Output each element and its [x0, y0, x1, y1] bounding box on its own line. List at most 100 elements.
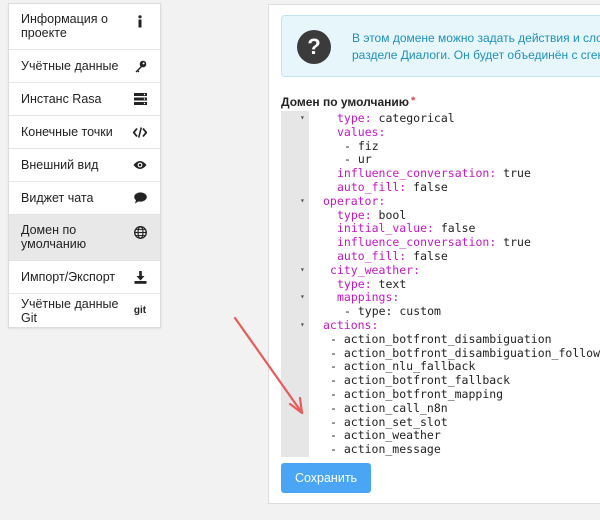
code-line: influence_conversation: true — [281, 166, 600, 180]
yaml-code-editor[interactable]: ▾ type: categorical values: - fiz - ur influe… — [281, 111, 600, 457]
code-text: - action_botfront_fallback — [330, 373, 510, 387]
sidebar-item-endpoints[interactable]: Конечные точки — [9, 116, 160, 149]
yaml-value: - action_botfront_disambiguation_followu… — [330, 345, 600, 360]
chat-bubble-icon — [133, 191, 147, 205]
code-line: - action_weather — [281, 428, 600, 442]
yaml-key: type: — [337, 111, 372, 125]
fold-toggle-icon[interactable]: ▾ — [300, 263, 305, 277]
code-text: auto_fill: false — [337, 249, 448, 263]
yaml-key: influence_conversation: — [337, 166, 497, 181]
code-line: - action_call_n8n — [281, 401, 600, 415]
code-text: - ur — [344, 152, 372, 166]
code-line: ▾ type: categorical — [281, 111, 600, 125]
sidebar-item-label: Виджет чата — [21, 191, 94, 205]
yaml-value: false — [433, 221, 476, 236]
yaml-value: true — [496, 166, 531, 181]
code-text: - action_message — [330, 442, 441, 456]
code-line: auto_fill: false — [281, 249, 600, 263]
info-line-2: разделе Диалоги. Он будет объединён с сг… — [352, 48, 600, 62]
code-line: type: bool — [281, 208, 600, 222]
fold-toggle-icon[interactable]: ▾ — [300, 111, 305, 125]
code-text: - action_botfront_disambiguation — [330, 332, 552, 346]
yaml-key: actions: — [323, 318, 379, 332]
sidebar-item-label: Инстанс Rasa — [21, 92, 102, 106]
fold-toggle-icon[interactable]: ▾ — [300, 318, 305, 332]
code-line: - action_message — [281, 442, 600, 456]
code-text: - action_call_n8n — [330, 401, 448, 415]
question-circle-icon: ? — [297, 30, 331, 64]
sidebar-item-rasa-instance[interactable]: Инстанс Rasa — [9, 83, 160, 116]
code-line: - action_botfront_mapping — [281, 387, 600, 401]
server-icon — [133, 92, 147, 106]
sidebar-item-git-credentials[interactable]: Учётные данные Git git — [9, 294, 160, 327]
code-line: - action_nlu_fallback — [281, 359, 600, 373]
yaml-key: city_weather: — [330, 262, 421, 277]
field-label-text: Домен по умолчанию — [281, 95, 410, 109]
yaml-key: values: — [337, 124, 386, 139]
code-line: auto_fill: false — [281, 180, 600, 194]
sidebar-item-label: Конечные точки — [21, 125, 113, 139]
code-text: - fiz — [344, 139, 379, 153]
save-button[interactable]: Сохранить — [281, 463, 371, 493]
code-text: - action_set_slot — [330, 415, 448, 429]
code-text: city_weather: — [330, 263, 420, 277]
sidebar-item-import-export[interactable]: Импорт/Экспорт — [9, 261, 160, 294]
yaml-value: true — [496, 235, 531, 250]
code-icon — [133, 125, 147, 139]
code-line: ▾ actions: — [281, 318, 600, 332]
info-line-1: В этом домене можно задать действия и сл… — [352, 31, 600, 45]
yaml-value: - action_botfront_disambiguation — [330, 331, 552, 346]
yaml-value: - action_weather — [330, 428, 441, 443]
yaml-key: influence_conversation: — [337, 235, 497, 250]
code-text: operator: — [323, 194, 385, 208]
git-icon: git — [133, 305, 147, 316]
yaml-value: text — [371, 276, 407, 291]
yaml-key: initial_value: — [337, 221, 434, 236]
settings-sidebar: Информация о проекте Учётные данные Инст… — [8, 3, 161, 328]
code-text: mappings: — [337, 290, 399, 304]
key-icon — [133, 59, 147, 73]
fold-toggle-icon[interactable]: ▾ — [300, 290, 305, 304]
yaml-value: - action_botfront_fallback — [330, 373, 511, 388]
sidebar-item-label: Импорт/Экспорт — [21, 270, 116, 284]
eye-icon — [133, 158, 147, 172]
yaml-value: - action_call_n8n — [330, 400, 448, 415]
yaml-value: categorical — [371, 111, 455, 125]
yaml-value: - action_message — [330, 442, 441, 457]
yaml-value: - ur — [344, 152, 372, 167]
code-line: - action_botfront_disambiguation_followu… — [281, 346, 600, 360]
yaml-key: mappings: — [337, 290, 400, 305]
code-text: actions: — [323, 318, 378, 332]
yaml-value: - fiz — [344, 138, 379, 153]
sidebar-item-project-info[interactable]: Информация о проекте — [9, 4, 160, 50]
code-line: - ur — [281, 152, 600, 166]
code-text: - action_botfront_mapping — [330, 387, 503, 401]
required-mark: * — [411, 95, 416, 107]
code-line: ▾ operator: — [281, 194, 600, 208]
code-line: - action_botfront_disambiguation — [281, 332, 600, 346]
sidebar-item-default-domain[interactable]: Домен по умолчанию — [9, 215, 160, 261]
info-message-text: В этом домене можно задать действия и сл… — [352, 30, 600, 64]
code-text: influence_conversation: true — [337, 235, 531, 249]
code-line: - fiz — [281, 139, 600, 153]
yaml-value: false — [406, 249, 448, 263]
sidebar-item-label: Информация о проекте — [21, 12, 108, 40]
fold-toggle-icon[interactable]: ▾ — [300, 194, 305, 208]
sidebar-item-label: Учётные данные Git — [21, 296, 119, 325]
code-text: type: text — [337, 277, 406, 291]
code-line: influence_conversation: true — [281, 235, 600, 249]
sidebar-item-appearance[interactable]: Внешний вид — [9, 149, 160, 182]
yaml-value: - action_set_slot — [330, 414, 448, 429]
code-text: auto_fill: false — [337, 180, 448, 194]
info-icon — [133, 14, 147, 28]
code-line: values: — [281, 125, 600, 139]
yaml-value: false — [406, 180, 448, 194]
yaml-key: operator: — [323, 193, 386, 208]
code-text: - type: custom — [344, 304, 441, 318]
code-text: - action_nlu_fallback — [330, 359, 475, 373]
field-label: Домен по умолчанию * — [281, 95, 415, 109]
sidebar-item-label: Домен по умолчанию — [21, 223, 87, 251]
sidebar-item-credentials[interactable]: Учётные данные — [9, 50, 160, 83]
yaml-key: type: — [337, 207, 372, 222]
sidebar-item-chat-widget[interactable]: Виджет чата — [9, 182, 160, 215]
